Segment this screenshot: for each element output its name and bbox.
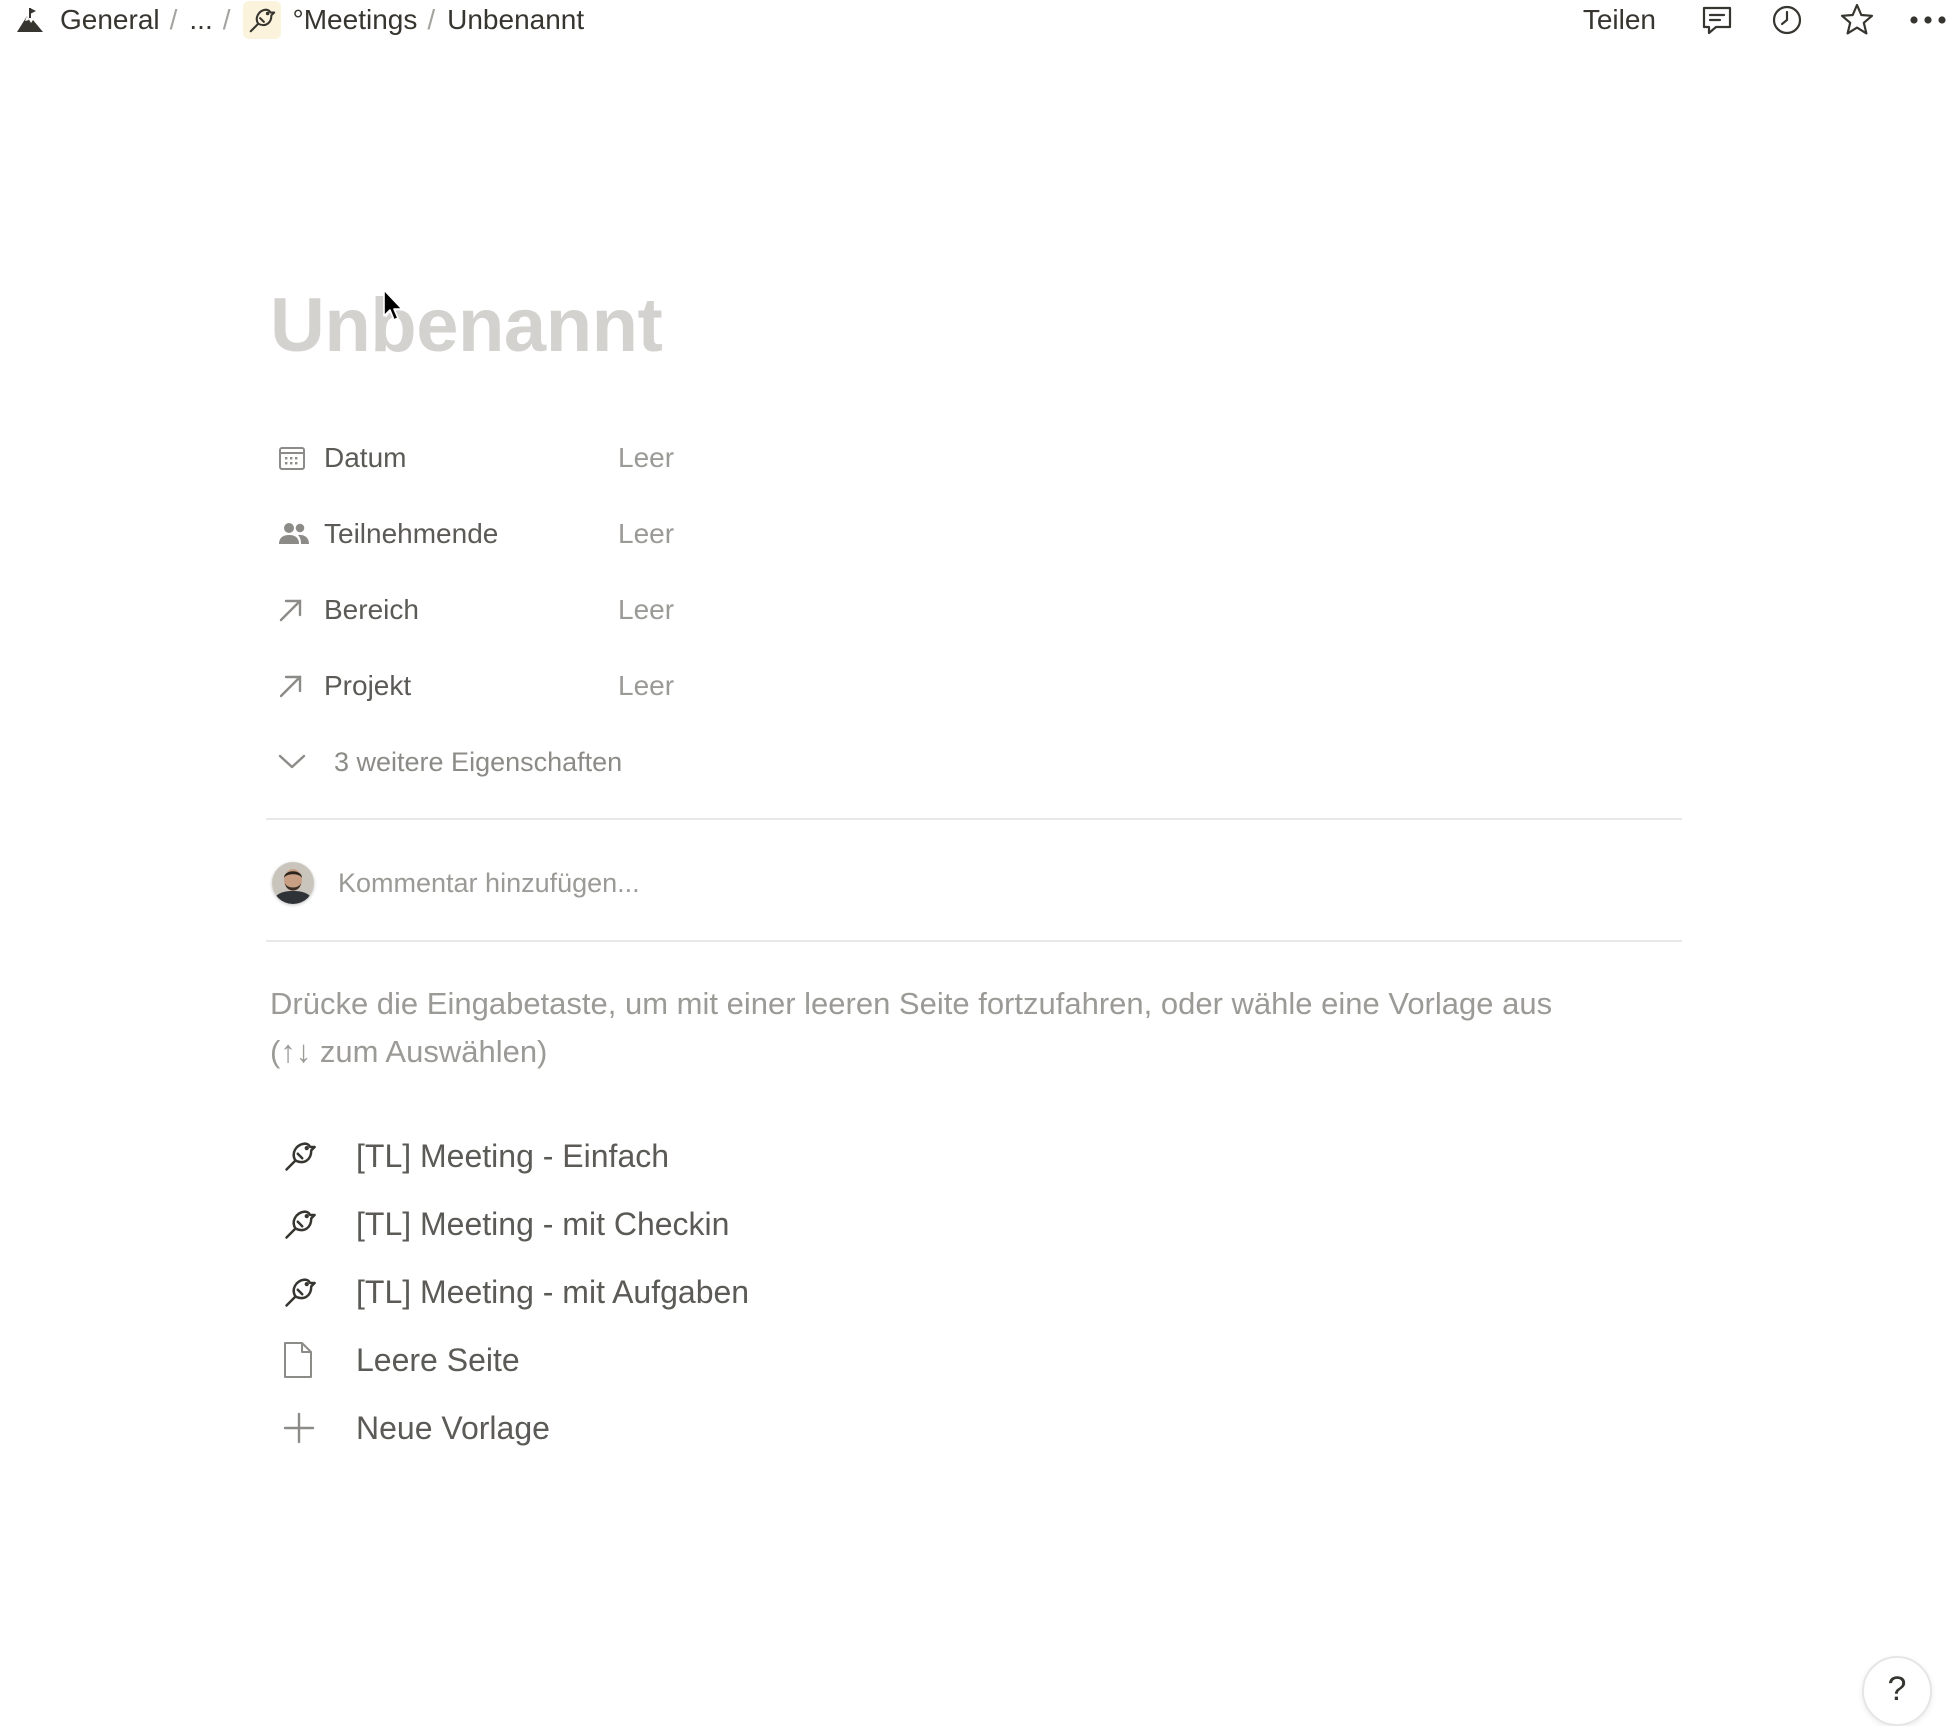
breadcrumb-item-ellipsis[interactable]: ... [189,4,212,36]
clock-history-icon[interactable] [1768,1,1806,39]
property-label: Teilnehmende [324,518,499,549]
template-hint-line: (↑↓ zum Auswählen) [270,1034,548,1069]
share-button[interactable]: Teilen [1583,4,1656,36]
calendar-icon [270,444,324,472]
template-item-blank-page[interactable]: Leere Seite [276,1326,749,1394]
topbar-actions: Teilen [1583,0,1948,40]
breadcrumb-separator: / [169,4,178,35]
comment-row [272,860,1238,906]
breadcrumb: General / ... / °Meetings / Unbenannt [14,0,584,40]
comment-icon[interactable] [1698,1,1736,39]
property-row-datum[interactable]: Datum Leer [270,420,674,496]
relation-arrow-icon [270,597,324,623]
breadcrumb-item-meetings[interactable]: °Meetings [242,1,418,39]
template-label: [TL] Meeting - mit Aufgaben [356,1273,750,1310]
template-label: [TL] Meeting - mit Checkin [356,1205,730,1242]
template-item[interactable]: [TL] Meeting - mit Checkin [276,1190,749,1258]
avatar [272,862,314,904]
breadcrumb-label: Unbenannt [447,4,585,35]
divider [266,940,1682,942]
breadcrumb-label: °Meetings [292,4,418,35]
breadcrumb-label: ... [189,4,213,35]
new-template-button[interactable]: Neue Vorlage [276,1394,749,1462]
template-list: [TL] Meeting - Einfach [TL] Meeting - mi… [276,1122,749,1462]
divider [266,818,1682,820]
property-value[interactable]: Leer [618,594,674,626]
mouse-cursor-icon [383,289,403,321]
template-label: Leere Seite [356,1341,520,1378]
more-properties-toggle[interactable]: 3 weitere Eigenschaften [270,724,674,800]
breadcrumb-item-general[interactable]: General [14,4,160,36]
property-value[interactable]: Leer [618,442,674,474]
page-icon [276,1341,356,1379]
workspace-logo-icon [14,4,46,36]
template-hint: Drücke die Eingabetaste, um mit einer le… [270,980,1690,1076]
bird-icon [276,1274,356,1310]
property-label: Datum [324,442,407,473]
template-label: Neue Vorlage [356,1409,550,1446]
property-row-teilnehmende[interactable]: Teilnehmende Leer [270,496,674,572]
template-item[interactable]: [TL] Meeting - Einfach [276,1122,749,1190]
plus-icon [276,1411,356,1445]
bird-icon [276,1206,356,1242]
breadcrumb-item-current-page[interactable]: Unbenannt [447,4,584,36]
breadcrumb-separator: / [222,4,231,35]
property-value[interactable]: Leer [618,670,674,702]
page-title[interactable]: Unbenannt [270,282,663,369]
comment-input[interactable] [338,867,1238,899]
more-options-icon[interactable] [1908,1,1948,39]
template-item[interactable]: [TL] Meeting - mit Aufgaben [276,1258,749,1326]
bird-icon [276,1138,356,1174]
relation-arrow-icon [270,673,324,699]
chevron-down-icon [270,754,334,770]
star-icon[interactable] [1838,1,1876,39]
template-hint-line: Drücke die Eingabetaste, um mit einer le… [270,986,1553,1021]
more-properties-label: 3 weitere Eigenschaften [334,746,623,777]
breadcrumb-separator: / [427,4,436,35]
help-button[interactable]: ? [1862,1656,1932,1726]
top-bar: General / ... / °Meetings / Unbenannt Te… [0,0,1948,40]
property-label: Projekt [324,670,412,701]
property-row-projekt[interactable]: Projekt Leer [270,648,674,724]
property-value[interactable]: Leer [618,518,674,550]
breadcrumb-label: General [60,4,160,35]
property-row-bereich[interactable]: Bereich Leer [270,572,674,648]
template-label: [TL] Meeting - Einfach [356,1137,670,1174]
property-label: Bereich [324,594,419,625]
bird-icon [242,1,281,39]
properties-list: Datum Leer Teilnehmende Leer Bereich Lee… [270,420,674,800]
people-icon [270,521,324,547]
